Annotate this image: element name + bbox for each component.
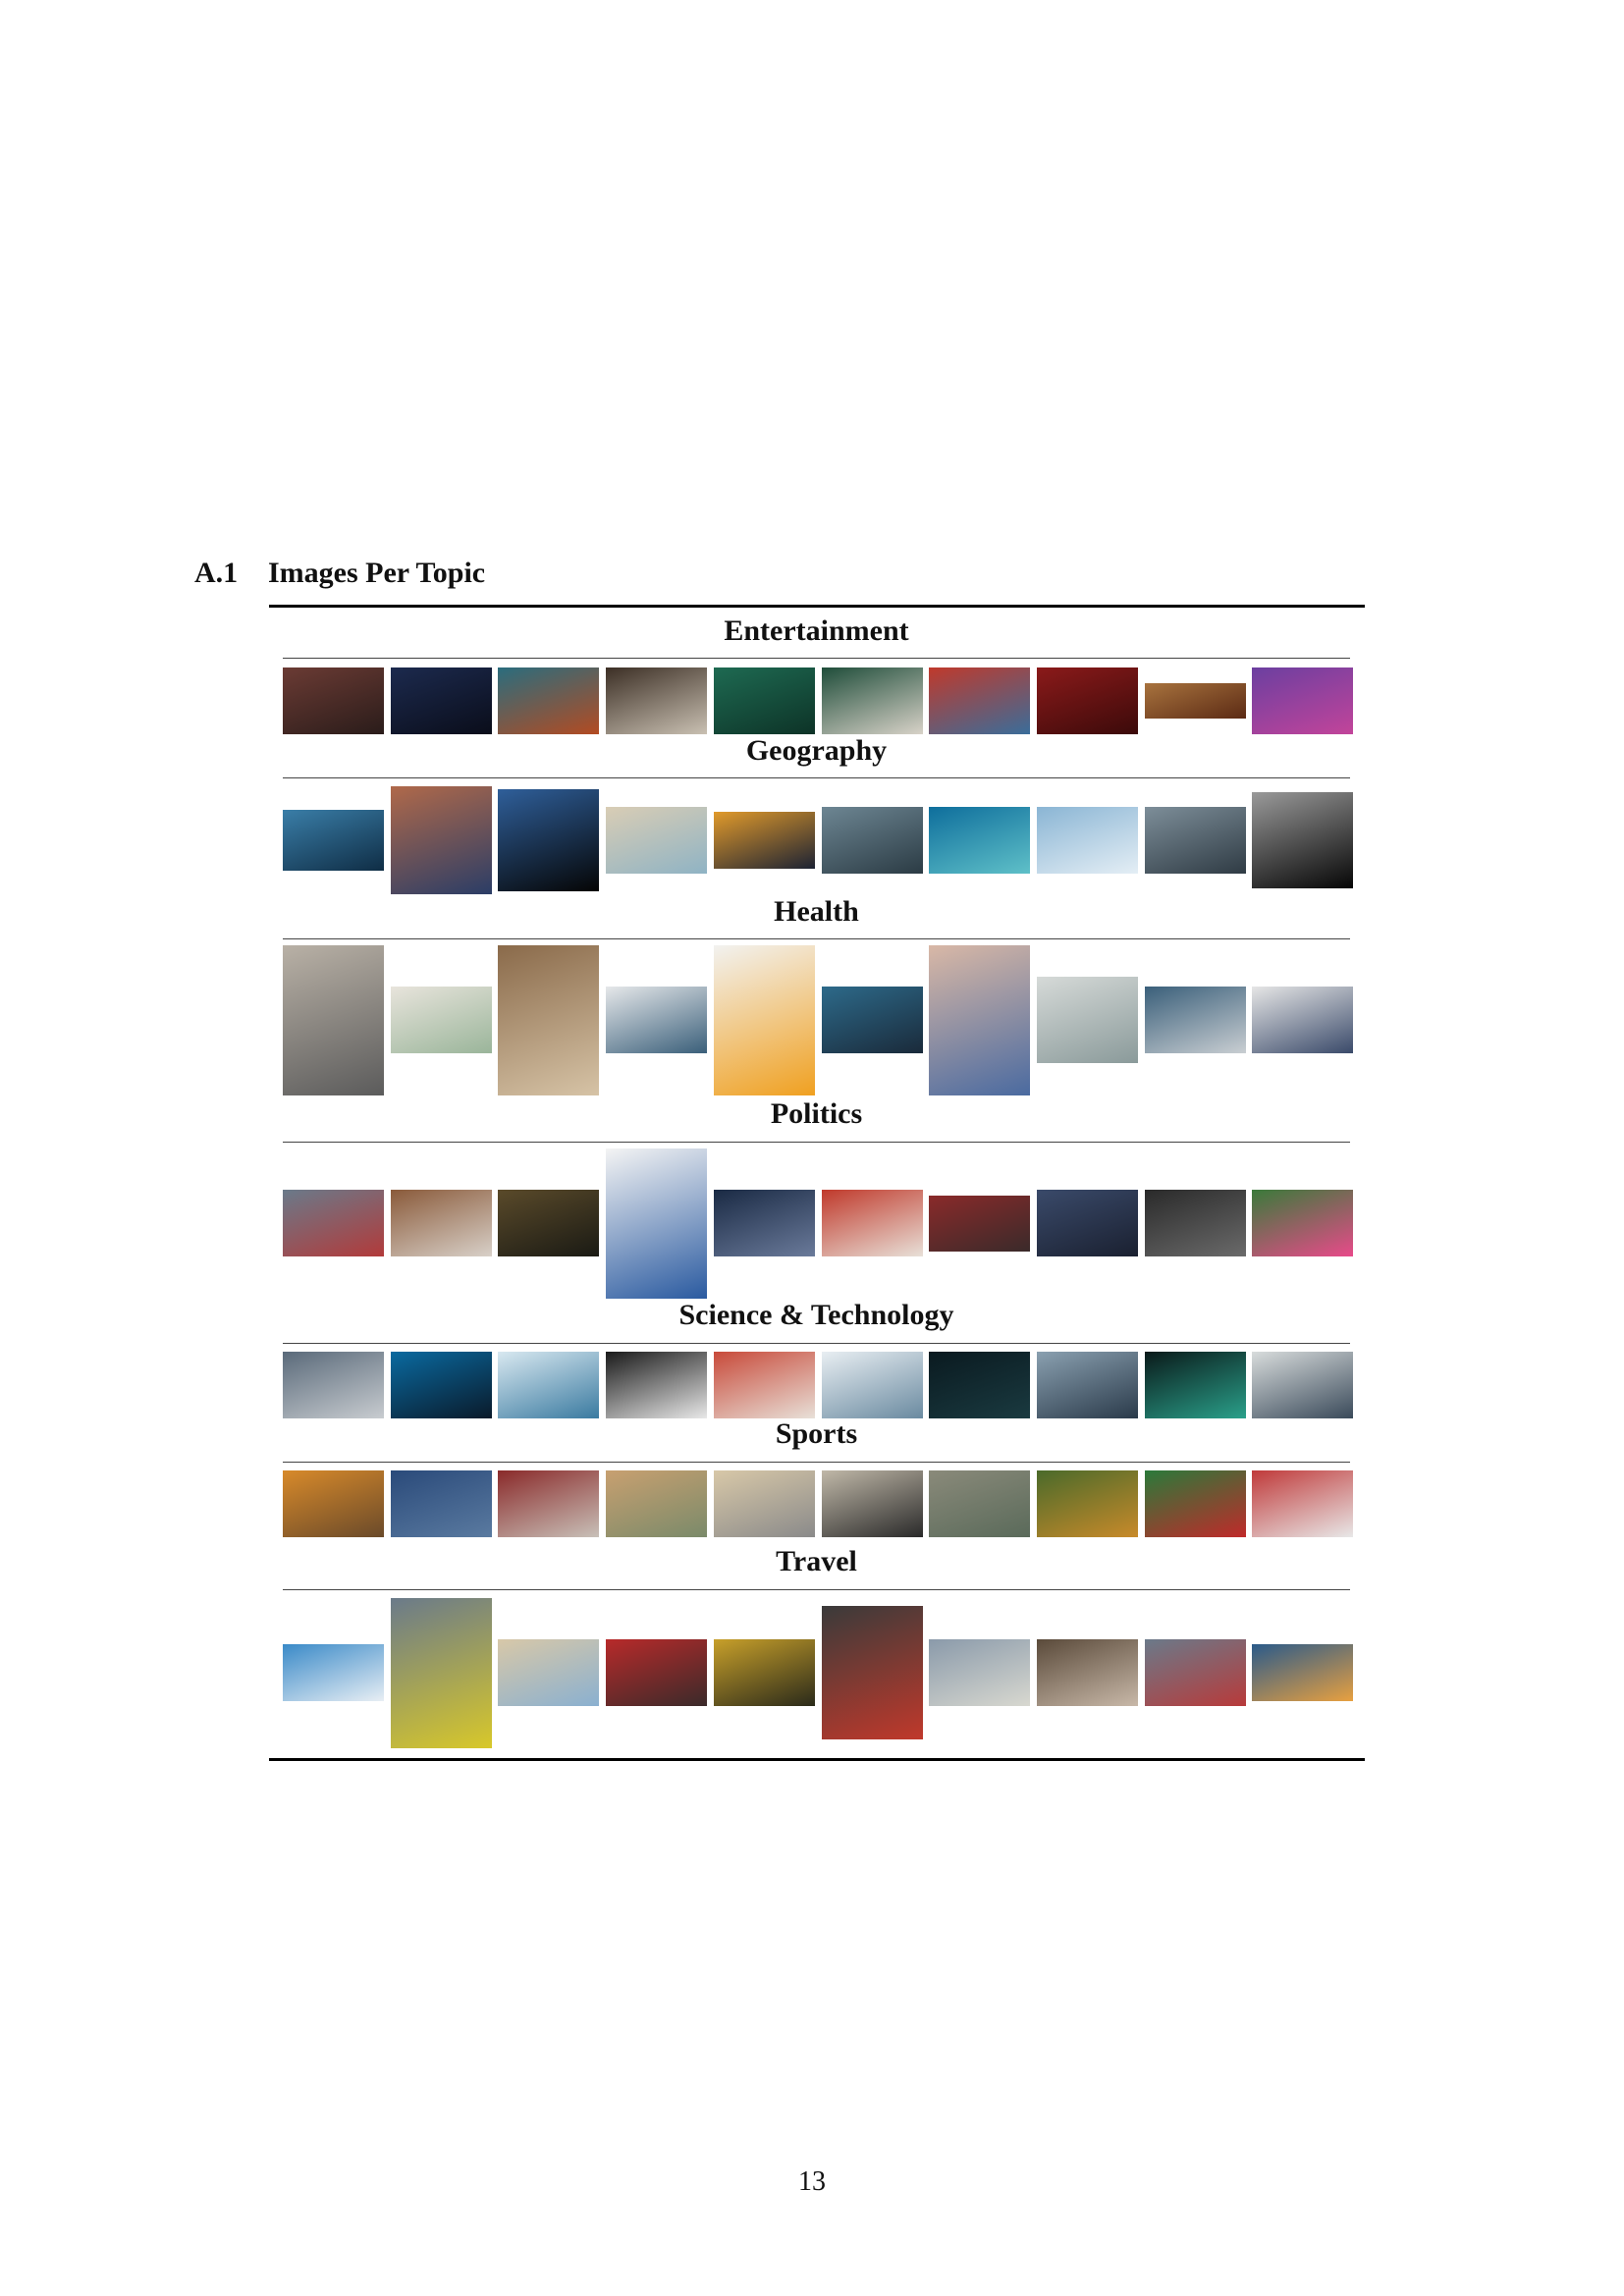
photo-paper-map-icon <box>606 807 708 874</box>
photo-lab-team-icon <box>283 1352 384 1418</box>
topic-rule-sports <box>283 1462 1350 1463</box>
photo-research-office-icon <box>713 1352 815 1418</box>
photo-theater-seats-icon <box>1036 667 1138 734</box>
photo-airport-terminal-icon <box>1036 1639 1138 1706</box>
section-number: A.1 <box>194 557 239 589</box>
photo-doctor-patient-icon <box>821 987 923 1053</box>
photo-press-conference-icon <box>713 1190 815 1256</box>
photo-backpack-luggage-icon <box>821 1606 923 1739</box>
photo-fiber-cables-icon <box>1144 1352 1246 1418</box>
topic-title-science-technology: Science & Technology <box>678 1299 954 1331</box>
photo-clean-lab-icon <box>821 1352 923 1418</box>
photo-train-platform-icon <box>1144 1639 1246 1706</box>
photo-cycling-race-icon <box>498 1470 600 1537</box>
topic-rule-science-technology <box>283 1343 1350 1344</box>
photo-parliament-hall-icon <box>390 1190 492 1256</box>
image-row-travel <box>283 1593 1354 1752</box>
topic-rule-entertainment <box>283 658 1350 659</box>
photo-assembly-room-icon <box>498 1190 600 1256</box>
photo-march-banner-icon <box>1252 1190 1354 1256</box>
topic-title-entertainment: Entertainment <box>724 614 909 647</box>
photo-thermometer-orange-icon <box>713 944 815 1095</box>
photo-bright-kitchen-icon <box>390 987 492 1053</box>
photo-dark-datacenter-icon <box>929 1352 1031 1418</box>
photo-swing-ride-icon <box>498 667 600 734</box>
photo-microscope-lab-icon <box>498 1352 600 1418</box>
photo-city-street-icon <box>929 1639 1031 1706</box>
photo-cloudy-mountains-icon <box>1144 807 1246 874</box>
photo-festival-crowd-icon <box>929 667 1031 734</box>
topic-title-politics: Politics <box>770 1097 863 1130</box>
section-title: Images Per Topic <box>268 557 486 589</box>
photo-opera-house-icon <box>1144 683 1246 719</box>
image-row-sports <box>283 1466 1354 1542</box>
photo-server-racks-icon <box>390 1352 492 1418</box>
photo-tropical-atoll-icon <box>929 807 1031 874</box>
photo-network-cables-icon <box>1252 1352 1354 1418</box>
image-row-entertainment <box>283 662 1354 740</box>
photo-fruit-hands-icon <box>498 944 600 1095</box>
photo-crutches-icon <box>1036 977 1138 1063</box>
table-top-rule <box>269 605 1365 608</box>
photo-concert-lights-icon <box>390 667 492 734</box>
photo-poker-table-icon <box>713 667 815 734</box>
photo-station-platform-icon <box>713 1639 815 1706</box>
photo-chess-board-icon <box>606 667 708 734</box>
topic-title-health: Health <box>774 895 859 928</box>
photo-fjord-mountains-icon <box>821 807 923 874</box>
photo-conference-hall-icon <box>1144 1190 1246 1256</box>
topic-title-sports: Sports <box>775 1417 858 1450</box>
photo-soccer-match-icon <box>1036 1470 1138 1537</box>
photo-wheelchair-basketball-icon <box>283 1470 384 1537</box>
photo-vote-ballot-box-icon <box>606 1148 708 1299</box>
image-row-health <box>283 942 1354 1097</box>
photo-stage-performance-icon <box>1252 667 1354 734</box>
topic-title-geography: Geography <box>745 734 888 767</box>
topic-rule-politics <box>283 1142 1350 1143</box>
image-row-geography <box>283 781 1354 899</box>
photo-iceberg-icon <box>1036 807 1138 874</box>
topic-rule-travel <box>283 1589 1350 1590</box>
topic-title-travel: Travel <box>776 1545 857 1577</box>
photo-un-flags-icon <box>283 1190 384 1256</box>
table-bottom-rule <box>269 1758 1365 1761</box>
photo-kayak-sea-icon <box>390 1470 492 1537</box>
photo-sumo-ring-icon <box>821 1470 923 1537</box>
photo-full-moon-icon <box>1252 792 1354 888</box>
photo-microscope-closeup-icon <box>606 1352 708 1418</box>
photo-yoga-pose-icon <box>283 944 384 1095</box>
photo-eye-exam-icon <box>1252 987 1354 1053</box>
photo-card-game-icon <box>821 667 923 734</box>
photo-stethoscope-icon <box>606 987 708 1053</box>
photo-running-track-icon <box>1252 1470 1354 1537</box>
photo-river-aerial-icon <box>390 786 492 894</box>
photo-protest-signs-icon <box>821 1190 923 1256</box>
photo-ultrasound-icon <box>929 944 1031 1095</box>
image-row-science-technology <box>283 1347 1354 1423</box>
photo-crowded-chamber-icon <box>929 1195 1031 1252</box>
photo-dance-studio-icon <box>713 1470 815 1537</box>
image-row-politics <box>283 1146 1354 1301</box>
photo-sunset-valley-icon <box>713 812 815 869</box>
topic-rule-geography <box>283 777 1350 778</box>
photo-globe-planet-icon <box>498 789 600 891</box>
photo-industrial-machine-icon <box>1036 1352 1138 1418</box>
photo-rock-climbing-icon <box>929 1470 1031 1537</box>
photo-sunset-truck-icon <box>1252 1644 1354 1701</box>
photo-earth-from-space-icon <box>283 810 384 871</box>
photo-cruise-ship-icon <box>283 1644 384 1701</box>
photo-american-football-icon <box>1144 1470 1246 1537</box>
topic-rule-health <box>283 938 1350 939</box>
section-heading: A.1 Images Per Topic <box>194 557 485 590</box>
photo-busy-street-icon <box>390 1597 492 1748</box>
photo-red-train-icon <box>606 1639 708 1706</box>
photo-beach-football-icon <box>606 1470 708 1537</box>
photo-ambulance-icon <box>1144 987 1246 1053</box>
photo-crowd-hall-icon <box>283 667 384 734</box>
page-number: 13 <box>798 2166 826 2197</box>
photo-ancient-ruins-icon <box>498 1639 600 1706</box>
photo-plenary-session-icon <box>1036 1190 1138 1256</box>
